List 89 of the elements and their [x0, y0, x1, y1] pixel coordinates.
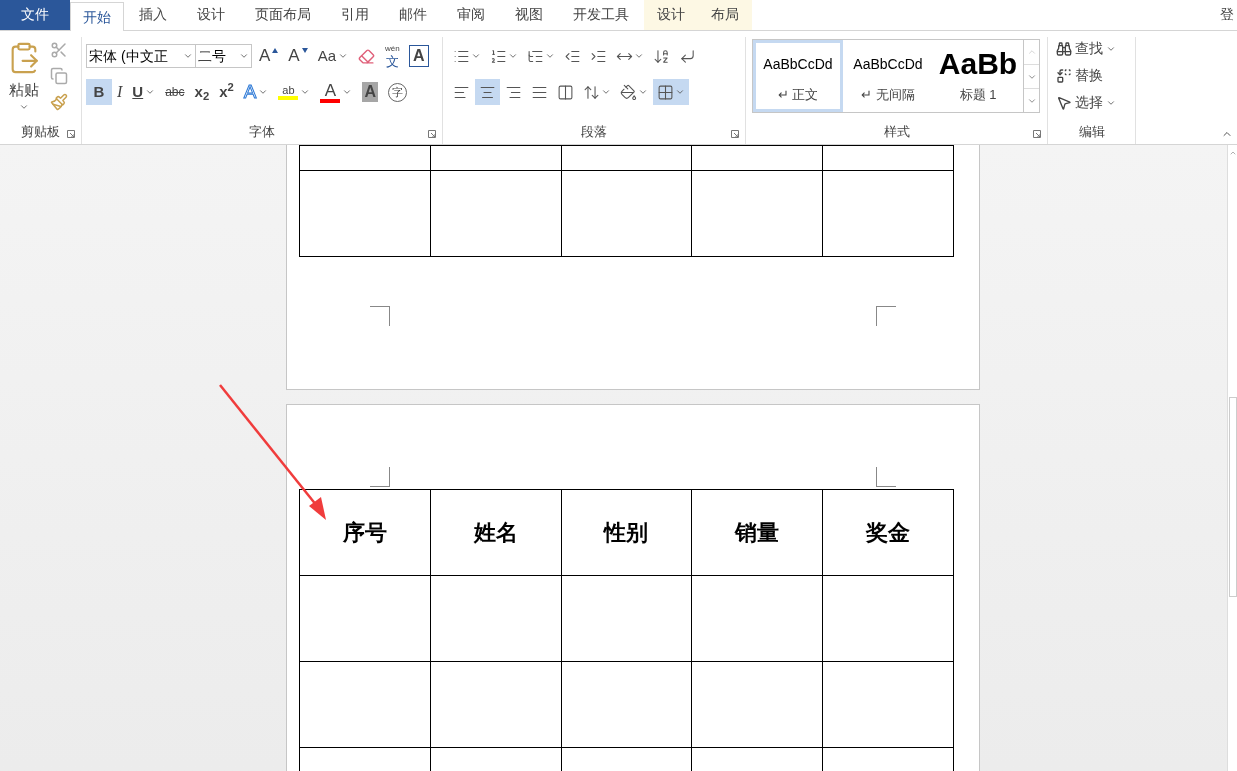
sort-icon [653, 47, 670, 65]
dropdown-caret-icon [634, 51, 644, 61]
replace-button[interactable]: 替换 [1056, 64, 1116, 87]
ribbon-tab[interactable]: 开发工具 [558, 0, 644, 30]
table-header-cell: 性别 [561, 490, 693, 576]
ribbon-tab[interactable]: 视图 [500, 0, 558, 30]
group-label: 编辑 [1078, 123, 1105, 140]
gallery-scrollbar[interactable] [1024, 39, 1040, 113]
margin-corner-mark [876, 467, 896, 487]
style-gallery-item[interactable]: AaBbCcDd ↵ 无间隔 [843, 40, 933, 112]
eraser-icon [358, 47, 376, 65]
dialog-launcher-icon [1033, 130, 1041, 138]
replace-icon [1056, 67, 1072, 84]
binoculars-icon [1056, 40, 1072, 57]
table-header-cell: 销量 [692, 490, 824, 576]
ribbon-tab[interactable]: 审阅 [442, 0, 500, 30]
bold-button[interactable]: B [86, 79, 112, 105]
font-size-dropdown[interactable]: 二号 [196, 44, 252, 68]
find-button[interactable]: 查找 [1056, 37, 1116, 60]
paint-bucket-icon [620, 83, 637, 101]
borders-icon [657, 83, 674, 101]
table-header-cell: 奖金 [823, 490, 954, 576]
ribbon-tab[interactable]: 设计 [182, 0, 240, 30]
paste-button[interactable]: 粘贴 [4, 37, 44, 122]
up-triangle-icon [272, 47, 279, 53]
dropdown-caret-icon [145, 87, 156, 97]
file-tab[interactable]: 文件 [0, 0, 70, 30]
style-gallery-item[interactable]: AaBbCcDd ↵ 正文 [753, 40, 843, 112]
group-label: 剪贴板 [21, 123, 60, 140]
group-label: 样式 [883, 123, 910, 140]
vertical-scrollbar[interactable] [1227, 145, 1237, 771]
shrink-font-button[interactable]: A [283, 43, 313, 69]
ribbon-tab[interactable]: 布局 [698, 0, 752, 30]
dialog-launcher-icon [731, 130, 739, 138]
grow-font-button[interactable]: A [254, 43, 284, 69]
dropdown-caret-icon [338, 51, 349, 61]
numbered-list-icon [490, 47, 507, 65]
dialog-launcher-icon [67, 130, 75, 138]
sign-in-link[interactable]: 登 [1217, 0, 1237, 30]
character-border-button[interactable]: A [408, 45, 429, 67]
dialog-launcher-icon [428, 130, 436, 138]
underline-button[interactable]: U [127, 79, 161, 105]
dropdown-caret-icon [342, 87, 353, 97]
dropdown-caret-icon [638, 87, 648, 97]
italic-button[interactable]: I [112, 79, 128, 105]
font-name-dropdown[interactable]: 宋体 (中文正 [86, 44, 196, 68]
script-button[interactable]: x$_{2}$ [189, 79, 215, 105]
distributed-icon [557, 83, 574, 101]
highlight-color-button[interactable]: ab [273, 79, 316, 105]
ribbon-tab[interactable]: 插入 [124, 0, 182, 30]
font-color-button[interactable]: A [315, 79, 358, 105]
dropdown-caret-icon [675, 87, 685, 97]
dropdown-caret-icon [258, 87, 269, 97]
margin-corner-mark [876, 306, 896, 326]
margin-corner-mark [370, 467, 390, 487]
dropdown-caret-icon [471, 51, 481, 61]
borders-button[interactable] [653, 79, 689, 105]
dropdown-caret-icon [545, 51, 555, 61]
strikethrough-button[interactable]: abc [160, 79, 190, 105]
copy-icon [50, 67, 68, 85]
dropdown-caret-icon [601, 87, 611, 97]
down-triangle-icon [301, 47, 308, 53]
return-arrow-icon [679, 47, 696, 65]
ribbon-tab[interactable]: 开始 [70, 2, 124, 31]
style-gallery-item[interactable]: AaBb 标题 1 [933, 40, 1023, 112]
dropdown-caret-icon [183, 51, 193, 61]
ribbon-tab[interactable]: 设计 [644, 0, 698, 30]
ribbon-tab[interactable]: 引用 [326, 0, 384, 30]
change-case-button[interactable]: Aa [312, 43, 354, 69]
line-spacing-icon [583, 83, 600, 101]
align-center-button[interactable] [475, 79, 500, 105]
group-label: 段落 [581, 123, 607, 140]
scroll-up-icon [1228, 149, 1237, 157]
phonetic-guide-button[interactable]: wén 文 [380, 43, 405, 69]
scissors-icon [50, 41, 68, 59]
pointer-icon [1056, 94, 1072, 111]
group-label: 字体 [249, 123, 275, 140]
dropdown-caret-icon [508, 51, 518, 61]
margin-corner-mark [370, 306, 390, 326]
paintbrush-icon [50, 93, 68, 111]
script-button[interactable]: x$^{2}$ [214, 79, 239, 105]
dropdown-caret-icon [300, 87, 311, 97]
character-shading-button[interactable]: A [357, 79, 383, 105]
ribbon-tab[interactable]: 邮件 [384, 0, 442, 30]
table-header-cell: 姓名 [430, 490, 562, 576]
scroll-up-icon [1026, 47, 1037, 57]
select-button[interactable]: 选择 [1056, 91, 1116, 114]
ribbon-tab[interactable]: 页面布局 [240, 0, 326, 30]
dropdown-caret-icon [239, 51, 249, 61]
